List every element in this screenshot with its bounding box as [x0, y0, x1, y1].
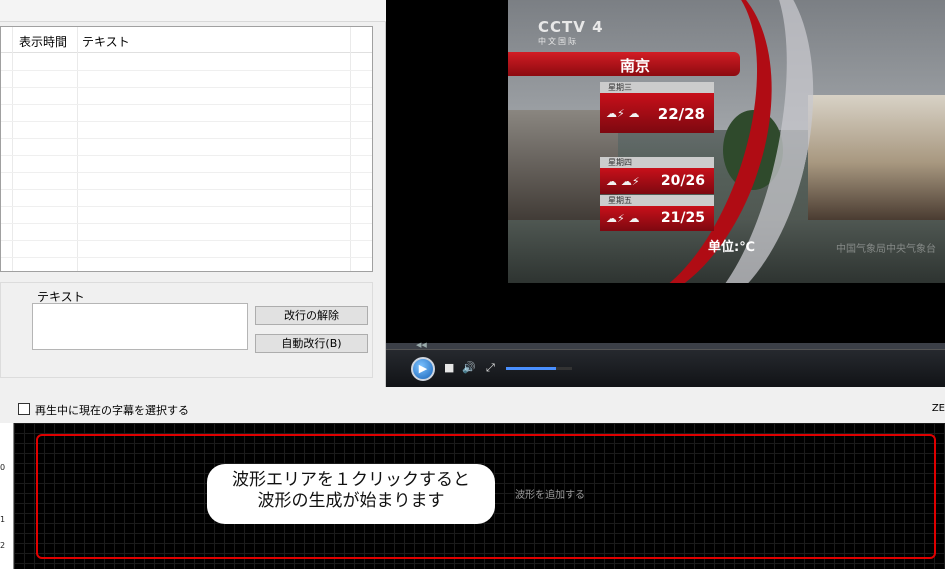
video-player: CCTV 4 中文国际 南京 星期三 ☁⚡ ☁ 22/28 星期四 ☁ ☁⚡ 2…: [386, 0, 945, 387]
ruler-number: 0: [0, 463, 6, 472]
forecast-temperature-box: ☁ ☁⚡ 20/26: [600, 168, 714, 194]
table-row[interactable]: [1, 104, 372, 105]
hint-line-2: 波形の生成が始まります: [257, 491, 445, 511]
unwrap-lines-button[interactable]: 改行の解除: [255, 306, 368, 325]
waveform-ruler: 0 1 2: [0, 423, 14, 569]
table-row[interactable]: [1, 138, 372, 139]
forecast-temps: 22/28: [657, 105, 705, 123]
channel-logo: CCTV 4 中文国际: [538, 18, 604, 47]
video-houses-right: [808, 95, 945, 230]
grid-column-divider: [350, 27, 351, 271]
seek-back-icon[interactable]: ◀◀: [416, 341, 427, 349]
grid-header: 表示時間 テキスト: [1, 27, 372, 53]
forecast-temperature-box: ☁⚡ ☁ 21/25: [600, 206, 714, 231]
table-row[interactable]: [1, 172, 372, 173]
forecast-day: 星期四 ☁ ☁⚡ 20/26: [600, 157, 714, 194]
channel-name: CCTV 4: [538, 18, 604, 36]
zoom-label: ZE: [931, 403, 945, 414]
table-row[interactable]: [1, 206, 372, 207]
video-frame[interactable]: CCTV 4 中文国际 南京 星期三 ☁⚡ ☁ 22/28 星期四 ☁ ☁⚡ 2…: [508, 0, 945, 283]
auto-wrap-button[interactable]: 自動改行(B): [255, 334, 368, 353]
column-header-time[interactable]: 表示時間: [19, 33, 67, 50]
weather-source-watermark: 中国气象局中央气象台: [836, 244, 936, 255]
forecast-day-label: 星期四: [600, 157, 714, 168]
volume-slider[interactable]: [506, 367, 572, 370]
table-row[interactable]: [1, 189, 372, 190]
table-row[interactable]: [1, 223, 372, 224]
hint-bubble: 波形エリアを１クリックすると 波形の生成が始まります: [207, 464, 495, 524]
forecast-day-label: 星期三: [600, 82, 714, 93]
city-name: 南京: [620, 57, 651, 75]
select-current-checkbox[interactable]: [18, 403, 30, 415]
table-row[interactable]: [1, 121, 372, 122]
subtitle-panel: 表示時間 テキスト テキスト 改行の解除 自動改行(B): [0, 0, 386, 387]
table-row[interactable]: [1, 70, 372, 71]
temperature-unit: 单位:℃: [708, 240, 755, 255]
thunderstorm-cloud-icon: ☁⚡ ☁: [606, 212, 640, 225]
city-banner: 南京: [508, 52, 740, 76]
hint-line-1: 波形エリアを１クリックすると: [232, 470, 470, 490]
seek-bar[interactable]: ◀◀: [386, 341, 945, 350]
app-window: 表示時間 テキスト テキスト 改行の解除 自動改行(B) CCTV 4 中文国际…: [0, 0, 945, 569]
fullscreen-icon[interactable]: ⤢: [486, 361, 495, 375]
subtitle-text-input[interactable]: [32, 303, 248, 350]
add-waveform-link[interactable]: 波形を追加する: [515, 486, 585, 501]
options-bar: 再生中に現在の字幕を選択する ZE: [0, 399, 945, 419]
subtitle-grid[interactable]: 表示時間 テキスト: [0, 26, 373, 272]
toolbar-strip: [0, 0, 386, 22]
table-row[interactable]: [1, 257, 372, 258]
thunderstorm-cloud-icon: ☁⚡ ☁: [606, 107, 640, 120]
forecast-day: 星期五 ☁⚡ ☁ 21/25: [600, 195, 714, 231]
column-header-text[interactable]: テキスト: [82, 33, 130, 50]
player-controls: ◀◀ ▶ ■ 🔊 ⤢: [386, 341, 945, 387]
channel-subtitle: 中文国际: [538, 37, 578, 46]
grid-column-divider: [12, 27, 13, 271]
play-icon[interactable]: ▶: [411, 357, 435, 381]
forecast-temps: 21/25: [660, 210, 705, 226]
volume-icon[interactable]: 🔊: [462, 361, 476, 374]
thunderstorm-cloud-icon: ☁ ☁⚡: [606, 175, 640, 188]
forecast-day: 星期三 ☁⚡ ☁ 22/28: [600, 82, 714, 133]
forecast-temps: 20/26: [660, 173, 705, 189]
grid-column-divider: [77, 27, 78, 271]
table-row[interactable]: [1, 87, 372, 88]
ruler-number: 1: [0, 515, 6, 524]
stop-icon[interactable]: ■: [444, 361, 454, 374]
forecast-day-label: 星期五: [600, 195, 714, 206]
table-row[interactable]: [1, 155, 372, 156]
ruler-number: 2: [0, 541, 6, 550]
select-current-label[interactable]: 再生中に現在の字幕を選択する: [35, 402, 189, 418]
forecast-temperature-box: ☁⚡ ☁ 22/28: [600, 93, 714, 133]
subtitle-editor: テキスト 改行の解除 自動改行(B): [0, 282, 373, 378]
table-row[interactable]: [1, 240, 372, 241]
volume-slider-fill: [506, 367, 556, 370]
